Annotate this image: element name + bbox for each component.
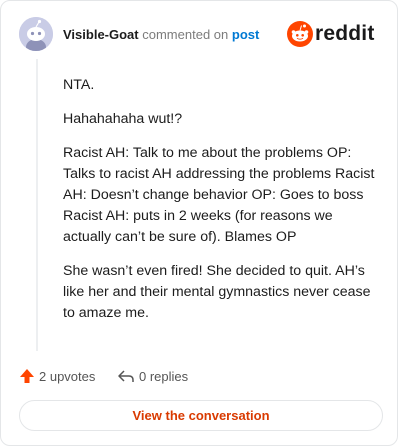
- post-link[interactable]: post: [232, 27, 259, 42]
- upvote-arrow-icon: [20, 369, 34, 383]
- reddit-brand[interactable]: reddit: [287, 19, 381, 49]
- comment-header: Visible-Goat commented on post reddit: [19, 17, 381, 51]
- embedded-comment-card: Visible-Goat commented on post reddit NT…: [0, 0, 398, 446]
- view-conversation-button[interactable]: View the conversation: [19, 400, 383, 431]
- reply-count: 0 replies: [139, 368, 189, 384]
- brand-name: reddit: [315, 22, 375, 45]
- thread-line: [36, 59, 38, 351]
- upvote-count: 2 upvotes: [39, 368, 96, 384]
- comment-paragraph: Hahahahaha wut!?: [63, 111, 183, 127]
- comment-paragraph: She wasn’t even fired! She decided to qu…: [63, 263, 371, 321]
- snoo-avatar-icon: [19, 17, 53, 51]
- username-link[interactable]: Visible-Goat: [63, 27, 139, 42]
- upvote-button[interactable]: 2 upvotes: [19, 368, 95, 384]
- comment-paragraph: Racist AH: Talk to me about the problems…: [63, 145, 375, 245]
- reply-arrow-icon: [118, 370, 134, 382]
- comment-stats: 2 upvotes 0 replies: [19, 368, 379, 388]
- comment-body: NTA. Hahahahaha wut!? Racist AH: Talk to…: [63, 75, 379, 337]
- action-text: commented on: [142, 27, 229, 42]
- comment-paragraph: NTA.: [63, 77, 95, 93]
- reddit-logo-icon: [287, 21, 313, 47]
- user-avatar[interactable]: [19, 17, 53, 51]
- reply-button[interactable]: 0 replies: [117, 368, 188, 384]
- comment-meta: Visible-Goat commented on post: [63, 27, 259, 43]
